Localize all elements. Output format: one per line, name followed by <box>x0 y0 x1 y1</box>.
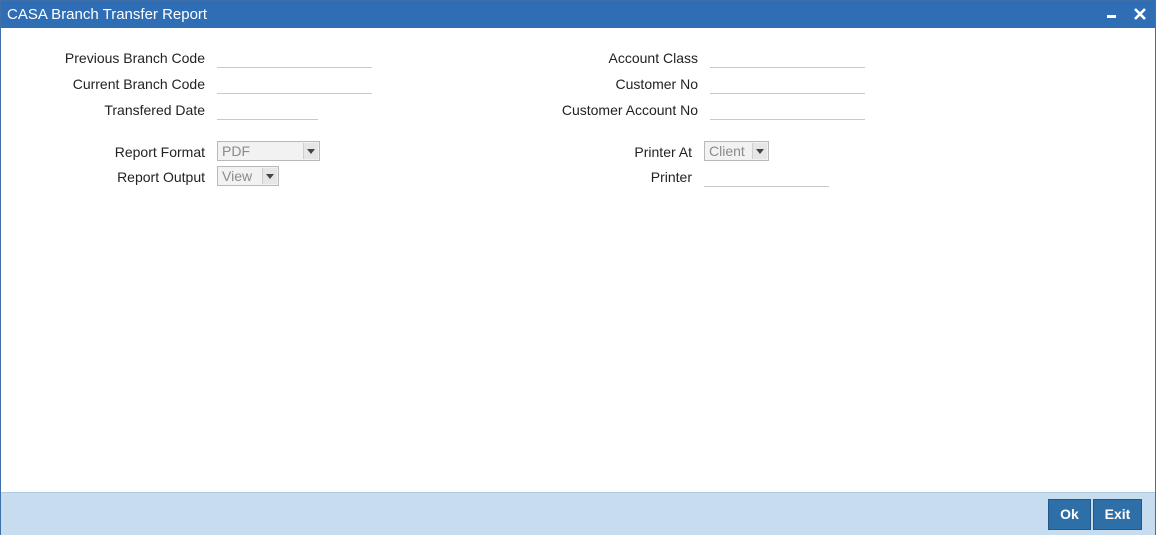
minimize-icon[interactable] <box>1102 4 1122 24</box>
exit-button[interactable]: Exit <box>1093 499 1142 530</box>
current-branch-code-input[interactable] <box>217 74 372 94</box>
customer-account-no-input[interactable] <box>710 100 865 120</box>
chevron-down-icon[interactable] <box>752 143 767 159</box>
customer-no-input[interactable] <box>710 74 865 94</box>
customer-account-no-label: Customer Account No <box>561 102 698 118</box>
transfered-date-label: Transfered Date <box>104 102 205 118</box>
chevron-down-icon[interactable] <box>303 143 318 159</box>
report-format-label: Report Format <box>114 144 205 160</box>
report-output-value: View <box>222 168 253 184</box>
account-class-label: Account Class <box>608 50 698 66</box>
printer-at-value: Client <box>709 143 745 159</box>
customer-no-label: Customer No <box>615 76 698 92</box>
account-class-input[interactable] <box>710 48 865 68</box>
printer-label: Printer <box>650 169 692 185</box>
report-output-label: Report Output <box>117 169 205 185</box>
current-branch-code-label: Current Branch Code <box>72 76 205 92</box>
report-output-select[interactable]: View <box>217 166 279 186</box>
transfered-date-input[interactable] <box>217 100 318 120</box>
printer-at-label: Printer At <box>634 144 692 160</box>
previous-branch-code-label: Previous Branch Code <box>64 50 205 66</box>
previous-branch-code-input[interactable] <box>217 48 372 68</box>
printer-input[interactable] <box>704 167 829 187</box>
footer-bar: Ok Exit <box>1 492 1155 535</box>
report-format-value: PDF <box>222 143 250 159</box>
report-window: CASA Branch Transfer Report Previous Bra… <box>0 0 1156 535</box>
window-title: CASA Branch Transfer Report <box>7 6 208 23</box>
close-icon[interactable] <box>1130 4 1150 24</box>
chevron-down-icon[interactable] <box>262 168 277 184</box>
title-bar[interactable]: CASA Branch Transfer Report <box>1 1 1155 28</box>
ok-button[interactable]: Ok <box>1048 499 1091 530</box>
printer-at-select[interactable]: Client <box>704 141 769 161</box>
report-format-select[interactable]: PDF <box>217 141 320 161</box>
